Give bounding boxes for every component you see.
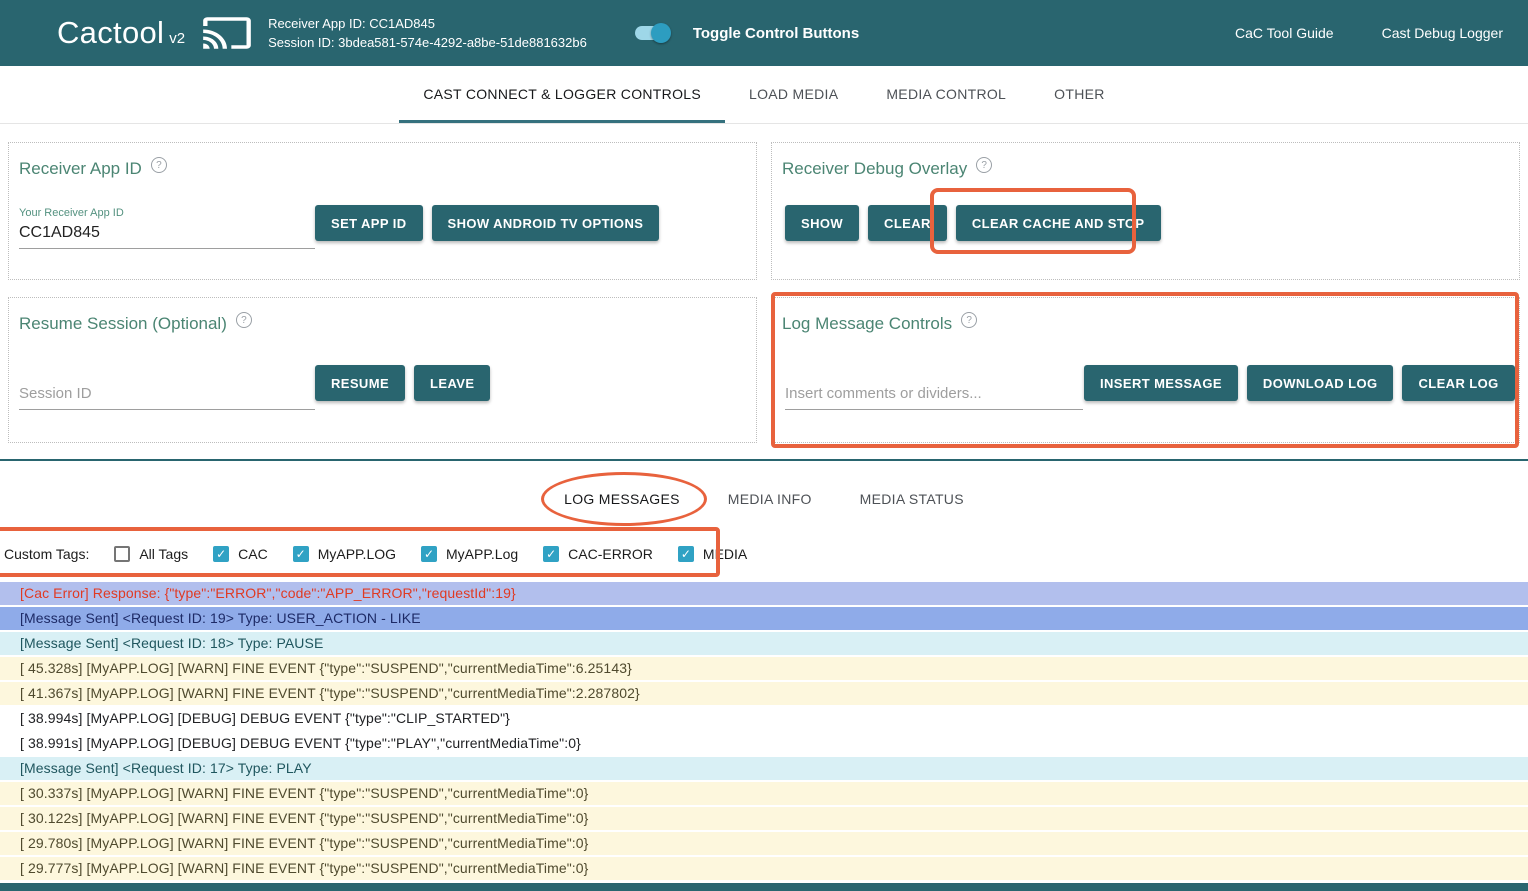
tag-filter-media[interactable]: MEDIA xyxy=(678,546,747,562)
tag-label: MyAPP.Log xyxy=(446,546,518,562)
tag-label: All Tags xyxy=(139,546,188,562)
tag-checkbox-all-tags[interactable] xyxy=(114,546,130,562)
log-row: [ 29.780s] [MyAPP.LOG] [WARN] FINE EVENT… xyxy=(0,832,1528,855)
clear-log-button[interactable]: CLEAR LOG xyxy=(1402,365,1514,401)
log-row: [ 41.367s] [MyAPP.LOG] [WARN] FINE EVENT… xyxy=(0,682,1528,705)
tab-load-media[interactable]: LOAD MEDIA xyxy=(725,66,862,123)
log-row: [ 29.777s] [MyAPP.LOG] [WARN] FINE EVENT… xyxy=(0,857,1528,880)
log-tab-bar: LOG MESSAGES MEDIA INFO MEDIA STATUS xyxy=(0,474,1528,524)
log-row: [ 45.328s] [MyAPP.LOG] [WARN] FINE EVENT… xyxy=(0,657,1528,680)
section-divider xyxy=(0,459,1528,461)
tab-media-info[interactable]: MEDIA INFO xyxy=(704,474,836,524)
resume-button[interactable]: RESUME xyxy=(315,365,405,401)
tab-log-messages[interactable]: LOG MESSAGES xyxy=(540,474,704,524)
tag-label: MyAPP.LOG xyxy=(318,546,396,562)
tab-other[interactable]: OTHER xyxy=(1030,66,1129,123)
cast-icon xyxy=(201,12,253,54)
app-logo: Cactool v2 xyxy=(57,15,185,51)
log-row: [Message Sent] <Request ID: 18> Type: PA… xyxy=(0,632,1528,655)
download-log-button[interactable]: DOWNLOAD LOG xyxy=(1247,365,1394,401)
session-info: Receiver App ID: CC1AD845 Session ID: 3b… xyxy=(268,14,587,52)
toggle-label: Toggle Control Buttons xyxy=(693,25,859,42)
tag-checkbox-cac[interactable] xyxy=(213,546,229,562)
log-message-list: [Cac Error] Response: {"type":"ERROR","c… xyxy=(0,582,1528,882)
main-tab-bar: CAST CONNECT & LOGGER CONTROLS LOAD MEDI… xyxy=(0,66,1528,124)
button-row: RESUME LEAVE xyxy=(315,365,490,401)
app-header: Cactool v2 Receiver App ID: CC1AD845 Ses… xyxy=(0,0,1528,66)
receiver-debug-overlay-panel: Receiver Debug Overlay ? SHOW CLEAR CLEA… xyxy=(771,142,1520,280)
receiver-app-id-input[interactable] xyxy=(19,221,315,249)
footer-bar xyxy=(0,883,1528,891)
tag-filter-myapp-log-upper[interactable]: MyAPP.LOG xyxy=(293,546,396,562)
tag-filter-myapp-log[interactable]: MyAPP.Log xyxy=(421,546,518,562)
session-id-input[interactable] xyxy=(19,382,315,410)
panel-title: Receiver Debug Overlay ? xyxy=(782,159,992,179)
help-icon[interactable]: ? xyxy=(976,157,992,173)
tag-checkbox-myapp-log[interactable] xyxy=(421,546,437,562)
cac-tool-guide-link[interactable]: CaC Tool Guide xyxy=(1235,25,1334,41)
set-app-id-button[interactable]: SET APP ID xyxy=(315,205,423,241)
log-row: [ 38.991s] [MyAPP.LOG] [DEBUG] DEBUG EVE… xyxy=(0,732,1528,755)
toggle-thumb xyxy=(651,23,671,43)
log-comment-input[interactable] xyxy=(785,382,1083,410)
log-row: [Message Sent] <Request ID: 19> Type: US… xyxy=(0,607,1528,630)
log-row: [ 30.122s] [MyAPP.LOG] [WARN] FINE EVENT… xyxy=(0,807,1528,830)
panel-title: Resume Session (Optional) ? xyxy=(19,314,252,334)
log-row: [ 38.994s] [MyAPP.LOG] [DEBUG] DEBUG EVE… xyxy=(0,707,1528,730)
tag-checkbox-cac-error[interactable] xyxy=(543,546,559,562)
panel-title: Log Message Controls ? xyxy=(782,314,977,334)
header-links: CaC Tool Guide Cast Debug Logger xyxy=(1235,25,1503,41)
tag-checkbox-myapp-log-upper[interactable] xyxy=(293,546,309,562)
leave-button[interactable]: LEAVE xyxy=(414,365,490,401)
panel-title-text: Receiver Debug Overlay xyxy=(782,159,967,179)
log-comment-field xyxy=(785,382,1083,410)
tag-filter-all-tags[interactable]: All Tags xyxy=(114,546,188,562)
tag-filter-cac-error[interactable]: CAC-ERROR xyxy=(543,546,653,562)
tab-cast-connect-logger-controls[interactable]: CAST CONNECT & LOGGER CONTROLS xyxy=(399,66,725,123)
help-icon[interactable]: ? xyxy=(151,157,167,173)
app-title: Cactool xyxy=(57,15,164,51)
show-android-tv-options-button[interactable]: SHOW ANDROID TV OPTIONS xyxy=(432,205,660,241)
log-message-controls-panel: Log Message Controls ? INSERT MESSAGE DO… xyxy=(771,297,1520,443)
log-row: [Cac Error] Response: {"type":"ERROR","c… xyxy=(0,582,1528,605)
clear-button[interactable]: CLEAR xyxy=(868,205,947,241)
app-version: v2 xyxy=(169,30,185,47)
tab-media-control[interactable]: MEDIA CONTROL xyxy=(862,66,1030,123)
receiver-app-id-panel: Receiver App ID ? Your Receiver App ID S… xyxy=(8,142,757,280)
session-id-text: Session ID: 3bdea581-574e-4292-a8be-51de… xyxy=(268,33,587,52)
tab-media-status[interactable]: MEDIA STATUS xyxy=(836,474,988,524)
clear-cache-and-stop-button[interactable]: CLEAR CACHE AND STOP xyxy=(956,205,1161,241)
tag-checkbox-media[interactable] xyxy=(678,546,694,562)
log-row: [ 30.337s] [MyAPP.LOG] [WARN] FINE EVENT… xyxy=(0,782,1528,805)
custom-tags-row: Custom Tags: All Tags CAC MyAPP.LOG MyAP… xyxy=(0,532,747,576)
resume-session-panel: Resume Session (Optional) ? RESUME LEAVE xyxy=(8,297,757,443)
log-row: [Message Sent] <Request ID: 17> Type: PL… xyxy=(0,757,1528,780)
help-icon[interactable]: ? xyxy=(961,312,977,328)
input-label: Your Receiver App ID xyxy=(19,207,315,219)
help-icon[interactable]: ? xyxy=(236,312,252,328)
receiver-app-id-field: Your Receiver App ID xyxy=(19,207,315,249)
panel-title-text: Resume Session (Optional) xyxy=(19,314,227,334)
tag-filter-cac[interactable]: CAC xyxy=(213,546,268,562)
tag-label: MEDIA xyxy=(703,546,747,562)
control-buttons-toggle[interactable] xyxy=(633,22,671,44)
show-button[interactable]: SHOW xyxy=(785,205,859,241)
session-id-field xyxy=(19,382,315,410)
receiver-app-id-text: Receiver App ID: CC1AD845 xyxy=(268,14,587,33)
insert-message-button[interactable]: INSERT MESSAGE xyxy=(1084,365,1238,401)
button-row: SET APP ID SHOW ANDROID TV OPTIONS xyxy=(315,205,659,241)
tag-label: CAC xyxy=(238,546,268,562)
panel-title-text: Log Message Controls xyxy=(782,314,952,334)
panel-title-text: Receiver App ID xyxy=(19,159,142,179)
custom-tags-label: Custom Tags: xyxy=(4,546,89,562)
button-row: SHOW CLEAR CLEAR CACHE AND STOP xyxy=(785,205,1161,241)
cast-debug-logger-link[interactable]: Cast Debug Logger xyxy=(1382,25,1503,41)
tag-label: CAC-ERROR xyxy=(568,546,653,562)
panel-title: Receiver App ID ? xyxy=(19,159,167,179)
button-row: INSERT MESSAGE DOWNLOAD LOG CLEAR LOG xyxy=(1084,365,1515,401)
